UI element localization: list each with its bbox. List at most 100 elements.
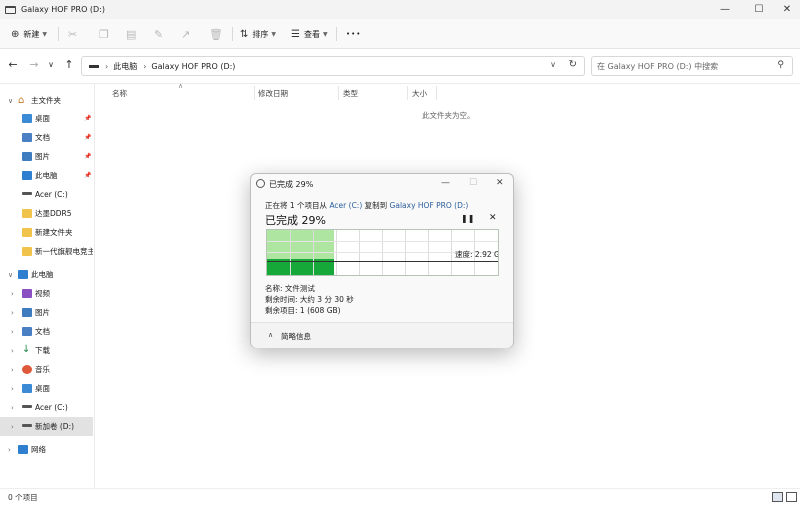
desktop-icon: [22, 384, 32, 393]
address-field[interactable]: › 此电脑 › Galaxy HOF PRO (D:) ∨ ↻: [81, 56, 585, 76]
pause-button[interactable]: ❚❚: [461, 214, 474, 223]
sort-icon: ⇅: [240, 28, 249, 40]
dialog-minimize-button[interactable]: —: [441, 178, 450, 188]
column-divider[interactable]: [407, 86, 408, 100]
sidebar-item-network[interactable]: › 网络: [0, 440, 93, 459]
home-icon: ⌂: [18, 95, 25, 106]
drive-icon: [22, 424, 32, 427]
videos-icon: [22, 289, 32, 298]
drive-icon: [22, 405, 32, 408]
breadcrumb-this-pc[interactable]: 此电脑: [113, 61, 137, 72]
column-header-type[interactable]: 类型: [343, 88, 358, 99]
new-button[interactable]: ⊕ 新建 ▼: [11, 19, 47, 49]
view-button[interactable]: ☰ 查看 ▼: [291, 19, 328, 49]
minimize-button[interactable]: —: [710, 0, 740, 19]
breadcrumb-separator: ›: [105, 61, 109, 71]
sidebar-item-label: 新一代旗舰电竞主: [35, 247, 93, 256]
fewer-details-toggle[interactable]: 简略信息: [281, 331, 311, 342]
sidebar-item-pictures-pc[interactable]: › 图片: [0, 303, 93, 322]
back-arrow-icon[interactable]: ←: [5, 58, 21, 71]
time-remaining-line: 剩余时间: 大约 3 分 30 秒: [265, 295, 354, 304]
sidebar-item-label: 图片: [35, 152, 50, 161]
sidebar-item-label: 此电脑: [31, 270, 54, 279]
column-divider[interactable]: [338, 86, 339, 100]
column-header-size[interactable]: 大小: [412, 88, 427, 99]
cancel-copy-button[interactable]: ✕: [489, 213, 497, 223]
view-label: 查看: [303, 29, 320, 39]
command-bar: ⊕ 新建 ▼ ✂ ❐ ▤ ✎ ↗ 🗑 ⇅ 排序 ▼ ☰ 查看 ▼ •••: [0, 19, 800, 49]
cut-icon[interactable]: ✂: [68, 19, 77, 49]
sidebar-item-downloads[interactable]: › ↓ 下载: [0, 341, 93, 360]
documents-icon: [22, 327, 32, 336]
chevron-right-icon: ›: [11, 346, 14, 355]
sidebar-item-home[interactable]: ∨ ⌂ 主文件夹: [0, 91, 93, 110]
progress-percent: 已完成 29%: [265, 214, 326, 227]
sort-button[interactable]: ⇅ 排序 ▼: [240, 19, 276, 49]
folder-icon: [22, 247, 32, 256]
sidebar-item-this-pc[interactable]: ∨ 此电脑: [0, 265, 93, 284]
chevron-right-icon: ›: [11, 384, 14, 393]
forward-arrow-icon[interactable]: →: [26, 58, 42, 71]
paste-icon[interactable]: ▤: [126, 19, 136, 49]
source-link[interactable]: Acer (C:): [329, 201, 362, 210]
column-divider[interactable]: [436, 86, 437, 100]
column-header-date[interactable]: 修改日期: [258, 88, 288, 99]
copy-progress-dialog: 已完成 29% — ☐ ✕ 正在将 1 个项目从 Acer (C:) 复制到 G…: [250, 173, 514, 348]
destination-link[interactable]: Galaxy HOF PRO (D:): [390, 201, 469, 210]
refresh-icon[interactable]: ↻: [569, 59, 577, 70]
details-view-icon[interactable]: [772, 492, 783, 502]
folder-icon: [22, 228, 32, 237]
recent-chevron-icon[interactable]: ∨: [43, 60, 59, 69]
sidebar-item-music[interactable]: › 音乐: [0, 360, 93, 379]
pictures-icon: [22, 308, 32, 317]
sort-label: 排序: [252, 29, 269, 39]
chevron-down-icon[interactable]: ∨: [550, 60, 556, 69]
copy-middle: 复制到: [364, 201, 388, 210]
dialog-footer: ∧ 简略信息: [251, 322, 513, 348]
search-placeholder: 在 Galaxy HOF PRO (D:) 中搜索: [597, 61, 719, 71]
folder-icon: [22, 209, 32, 218]
search-input[interactable]: 在 Galaxy HOF PRO (D:) 中搜索 ⚲: [591, 56, 793, 76]
chevron-right-icon: ›: [11, 403, 14, 412]
column-header-name[interactable]: 名称: [112, 88, 127, 99]
rename-icon[interactable]: ✎: [154, 19, 163, 49]
grid-line: [267, 241, 498, 242]
sidebar-item-folder-ddr5[interactable]: 达墨DDR5: [0, 204, 93, 223]
copy-description: 正在将 1 个项目从 Acer (C:) 复制到 Galaxy HOF PRO …: [265, 200, 468, 211]
tiles-view-icon[interactable]: [786, 492, 797, 502]
more-options-button[interactable]: •••: [346, 19, 361, 49]
delete-icon[interactable]: 🗑: [209, 19, 223, 49]
sidebar-item-videos[interactable]: › 视频: [0, 284, 93, 303]
music-icon: [22, 365, 32, 374]
copy-icon[interactable]: ❐: [99, 19, 109, 49]
sidebar-item-documents-pc[interactable]: › 文档: [0, 322, 93, 341]
up-arrow-icon[interactable]: ↑: [61, 58, 77, 71]
dialog-maximize-button: ☐: [469, 178, 478, 188]
this-pc-icon: [22, 171, 32, 180]
chevron-down-icon: ▼: [271, 30, 277, 38]
share-icon[interactable]: ↗: [181, 19, 190, 49]
breadcrumb-current[interactable]: Galaxy HOF PRO (D:): [151, 62, 235, 71]
sidebar-item-label: 达墨DDR5: [35, 209, 72, 218]
sidebar-item-acer-c-pc[interactable]: › Acer (C:): [0, 398, 93, 417]
sidebar-item-new-volume-d[interactable]: › 新加卷 (D:): [0, 417, 93, 436]
maximize-button[interactable]: ☐: [744, 0, 774, 19]
sidebar-item-documents[interactable]: 文档 📌: [0, 128, 93, 147]
sidebar-item-folder-gaming[interactable]: 新一代旗舰电竞主: [0, 242, 93, 261]
sidebar-item-desktop[interactable]: 桌面 📌: [0, 109, 93, 128]
sidebar-item-this-pc-pinned[interactable]: 此电脑 📌: [0, 166, 93, 185]
column-divider[interactable]: [254, 86, 255, 100]
plus-circle-icon: ⊕: [11, 28, 20, 40]
sidebar-item-acer-c[interactable]: Acer (C:): [0, 185, 93, 204]
dialog-close-button[interactable]: ✕: [496, 178, 504, 188]
sidebar-item-label: 网络: [31, 445, 46, 454]
chevron-up-icon[interactable]: ∧: [268, 331, 273, 339]
pin-icon: 📌: [84, 134, 92, 141]
close-button[interactable]: ✕: [772, 0, 800, 19]
sidebar-item-desktop-pc[interactable]: › 桌面: [0, 379, 93, 398]
sort-ascending-icon: ∧: [178, 82, 184, 90]
chevron-right-icon: ›: [11, 422, 14, 431]
sidebar-item-new-folder[interactable]: 新建文件夹: [0, 223, 93, 242]
sidebar-item-pictures[interactable]: 图片 📌: [0, 147, 93, 166]
view-icon: ☰: [291, 28, 300, 40]
